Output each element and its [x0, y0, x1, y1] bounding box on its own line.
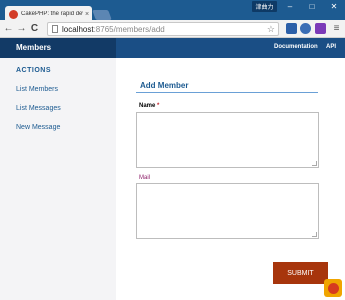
name-label-text: Name — [139, 103, 156, 109]
resize-grip-icon[interactable] — [312, 232, 317, 237]
sidebar-heading: ACTIONS — [16, 67, 51, 74]
tab-close-icon[interactable]: × — [85, 11, 89, 18]
form-legend: Add Member — [140, 81, 189, 90]
api-link[interactable]: API — [326, 44, 336, 50]
browser-toolbar: ← → C localhost :8765/members/add ☆ ≡ — [0, 20, 345, 38]
documentation-link[interactable]: Documentation — [274, 44, 318, 50]
url-host: localhost — [62, 24, 94, 34]
mail-textarea[interactable] — [136, 183, 319, 239]
reload-icon[interactable]: C — [28, 23, 41, 34]
app-header: Members Documentation API — [0, 38, 345, 58]
tab-title: CakePHP: the rapid devel — [21, 11, 83, 17]
sidebar-item-list-messages[interactable]: List Messages — [16, 105, 61, 112]
extension-icon[interactable] — [315, 23, 326, 34]
legend-divider — [136, 92, 318, 93]
profile-badge[interactable]: 津曲力 — [252, 1, 277, 12]
sidebar-item-new-message[interactable]: New Message — [16, 124, 60, 131]
menu-icon[interactable]: ≡ — [330, 23, 343, 34]
maximize-icon[interactable]: □ — [301, 0, 323, 13]
cakephp-favicon-icon — [9, 9, 18, 19]
new-tab-button[interactable] — [92, 10, 112, 20]
submit-button[interactable]: SUBMIT — [273, 262, 328, 284]
forward-icon[interactable]: → — [15, 23, 28, 34]
address-bar[interactable]: localhost :8765/members/add ☆ — [47, 22, 279, 36]
extension-icon[interactable] — [300, 23, 311, 34]
bookmark-star-icon[interactable]: ☆ — [267, 24, 275, 35]
sidebar-item-list-members[interactable]: List Members — [16, 86, 58, 93]
minimize-icon[interactable]: – — [279, 0, 301, 13]
resize-grip-icon[interactable] — [312, 161, 317, 166]
required-marker: * — [157, 103, 160, 109]
mail-label: Mail — [139, 175, 151, 181]
helper-badge-icon[interactable] — [324, 279, 342, 297]
page-title[interactable]: Members — [16, 43, 51, 52]
name-label: Name * — [139, 103, 159, 109]
page-icon — [52, 25, 58, 33]
name-textarea[interactable] — [136, 112, 319, 168]
close-window-icon[interactable]: ✕ — [323, 0, 345, 13]
shield-icon — [327, 282, 339, 294]
url-path: :8765/members/add — [93, 24, 165, 34]
sidebar: ACTIONS List Members List Messages New M… — [0, 58, 116, 300]
main-content: Add Member Name * Mail SUBMIT — [116, 58, 345, 300]
back-icon[interactable]: ← — [2, 23, 15, 34]
window-titlebar: CakePHP: the rapid devel × 津曲力 – □ ✕ — [0, 0, 345, 22]
extension-icon[interactable] — [286, 23, 297, 34]
